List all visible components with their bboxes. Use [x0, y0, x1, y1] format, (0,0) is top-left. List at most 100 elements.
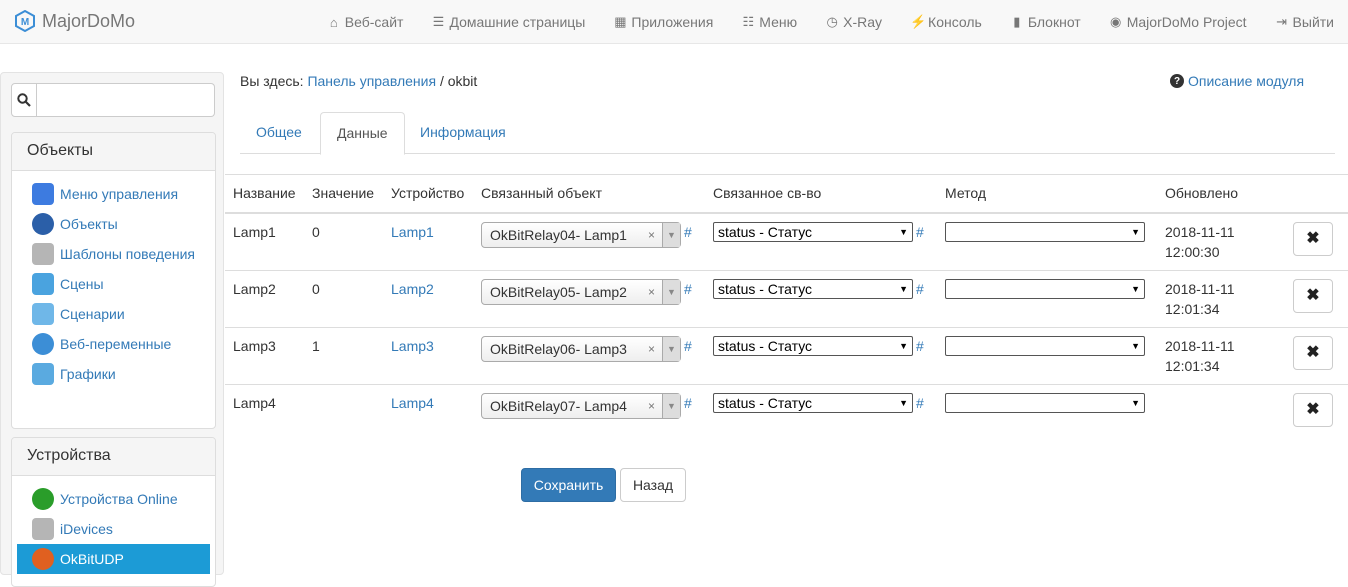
brand-label: MajorDoMo: [42, 10, 136, 31]
scripts-icon: [32, 303, 54, 325]
sidebar-item-globe-objects[interactable]: Объекты: [12, 209, 215, 239]
object-hash-link[interactable]: #: [684, 338, 692, 354]
scenes-icon: [32, 273, 54, 295]
chevron-down-icon: ▼: [899, 340, 908, 351]
sidebar-item-scenes[interactable]: Сцены: [12, 269, 215, 299]
sidebar-item-templates[interactable]: Шаблоны поведения: [12, 239, 215, 269]
nav-item-label: X-Ray: [843, 14, 883, 30]
breadcrumb: Вы здесь: Панель управления / okbit: [240, 73, 477, 89]
method-select[interactable]: ▼: [945, 221, 1145, 242]
device-link[interactable]: Lamp1: [391, 224, 434, 240]
device-link[interactable]: Lamp3: [391, 338, 434, 354]
linked-object-select[interactable]: OkBitRelay05- Lamp2 × ▼: [481, 278, 681, 305]
brand[interactable]: M MajorDoMo: [14, 10, 135, 32]
object-hash-link[interactable]: #: [684, 395, 692, 411]
module-help-link[interactable]: ? Описание модуля: [1170, 73, 1304, 89]
method-select[interactable]: ▼: [945, 335, 1145, 356]
linked-object-value: OkBitRelay05- Lamp2: [490, 283, 627, 300]
nav-item-logout[interactable]: ⇥ Выйти: [1261, 0, 1348, 44]
charts-icon: [32, 363, 54, 385]
linked-object-select[interactable]: OkBitRelay04- Lamp1 × ▼: [481, 221, 681, 248]
sidebar-item-idevices[interactable]: iDevices: [12, 514, 215, 544]
delete-button[interactable]: ✖: [1293, 278, 1333, 313]
idevices-icon: [32, 518, 54, 540]
clear-icon[interactable]: ×: [648, 282, 662, 302]
nav-item-dashboard[interactable]: ◷ X-Ray: [811, 0, 896, 44]
linked-property-select[interactable]: status - Статус ▼: [713, 335, 913, 356]
cell-device: Lamp3: [383, 326, 473, 384]
sidebar-item-label: Графики: [60, 366, 116, 382]
chevron-down-icon: ▼: [662, 279, 680, 304]
linked-object-select[interactable]: OkBitRelay07- Lamp4 × ▼: [481, 392, 681, 419]
question-icon: ?: [1170, 74, 1184, 88]
clear-icon[interactable]: ×: [648, 396, 662, 416]
nav-item-globe[interactable]: ◉ MajorDoMo Project: [1095, 0, 1261, 44]
method-select[interactable]: ▼: [945, 392, 1145, 413]
sidebar-item-label: Устройства Online: [60, 491, 178, 507]
object-hash-link[interactable]: #: [684, 281, 692, 297]
updated-date: 2018-11-11: [1165, 337, 1235, 354]
linked-property-value: status - Статус: [718, 280, 813, 297]
cell-actions: ✖: [1285, 383, 1348, 441]
linked-property-select[interactable]: status - Статус ▼: [713, 278, 913, 299]
search-input[interactable]: [37, 83, 215, 117]
col-header-device: Устройство: [383, 174, 473, 214]
nav-item-bolt[interactable]: ⚡ Консоль: [896, 0, 996, 44]
object-hash-link[interactable]: #: [684, 224, 692, 240]
linked-property-value: status - Статус: [718, 223, 813, 240]
method-select[interactable]: ▼: [945, 278, 1145, 299]
sidebar: Объекты Меню управления Объекты Шаблоны пов…: [0, 72, 224, 587]
top-nav: ⌂ Веб-сайт ☰ Домашние страницы ▦ Приложения ☷ М…: [313, 0, 1348, 44]
clear-icon[interactable]: ×: [648, 225, 662, 245]
linked-property-select[interactable]: status - Статус ▼: [713, 392, 913, 413]
nav-item-apps[interactable]: ▦ Приложения: [599, 0, 727, 44]
linked-property-select[interactable]: status - Статус ▼: [713, 221, 913, 242]
cell-updated: 2018-11-11 12:00:30: [1157, 212, 1285, 270]
cell-name: Lamp2: [225, 269, 304, 327]
cell-updated: [1157, 383, 1285, 441]
cell-method: ▼: [937, 326, 1157, 384]
linked-property-value: status - Статус: [718, 394, 813, 411]
sidebar-item-scripts[interactable]: Сценарии: [12, 299, 215, 329]
sidebar-item-devices-online[interactable]: Устройства Online: [12, 484, 215, 514]
bolt-icon: ⚡: [910, 14, 927, 29]
delete-button[interactable]: ✖: [1293, 335, 1333, 370]
updated-time: 12:01:34: [1165, 300, 1220, 317]
sidebar-item-label: OkBitUDP: [60, 551, 124, 567]
device-link[interactable]: Lamp4: [391, 395, 434, 411]
sidebar-item-label: Сцены: [60, 276, 104, 292]
table-row: Lamp3 1 Lamp3 OkBitRelay06- Lamp3 × ▼ # status …: [225, 326, 1348, 384]
nav-item-home[interactable]: ⌂ Веб-сайт: [313, 0, 418, 44]
sidebar-item-okbit[interactable]: OkBitUDP: [17, 544, 210, 574]
cell-linked-object: OkBitRelay05- Lamp2 × ▼ #: [473, 269, 705, 327]
close-icon: ✖: [1306, 286, 1320, 304]
linked-object-select[interactable]: OkBitRelay06- Lamp3 × ▼: [481, 335, 681, 362]
property-hash-link[interactable]: #: [916, 281, 924, 297]
property-hash-link[interactable]: #: [916, 338, 924, 354]
chevron-down-icon: ▼: [1131, 226, 1140, 237]
globe-icon: ◉: [1110, 14, 1122, 29]
nav-item-menu[interactable]: ☷ Меню: [727, 0, 811, 44]
tab-general[interactable]: Общее: [240, 112, 318, 154]
clear-icon[interactable]: ×: [648, 339, 662, 359]
cell-value: 1: [304, 326, 383, 384]
property-hash-link[interactable]: #: [916, 395, 924, 411]
tab-data[interactable]: Данные: [320, 112, 405, 155]
list-icon: ☰: [432, 14, 445, 29]
sidebar-item-menu-control[interactable]: Меню управления: [12, 179, 215, 209]
delete-button[interactable]: ✖: [1293, 392, 1333, 427]
nav-item-list[interactable]: ☰ Домашние страницы: [417, 0, 599, 44]
save-button[interactable]: Сохранить: [521, 468, 616, 502]
device-link[interactable]: Lamp2: [391, 281, 434, 297]
sidebar-item-charts[interactable]: Графики: [12, 359, 215, 389]
nav-item-notebook[interactable]: ▮ Блокнот: [996, 0, 1095, 44]
back-button[interactable]: Назад: [620, 468, 686, 502]
delete-button[interactable]: ✖: [1293, 221, 1333, 256]
breadcrumb-link-control-panel[interactable]: Панель управления: [307, 73, 436, 89]
tab-info[interactable]: Информация: [404, 112, 522, 154]
sidebar-item-web-vars[interactable]: Веб-переменные: [12, 329, 215, 359]
majordomo-logo-icon: M: [15, 10, 35, 32]
search-button[interactable]: [11, 83, 37, 117]
property-hash-link[interactable]: #: [916, 224, 924, 240]
nav-item-label: Приложения: [631, 14, 714, 30]
